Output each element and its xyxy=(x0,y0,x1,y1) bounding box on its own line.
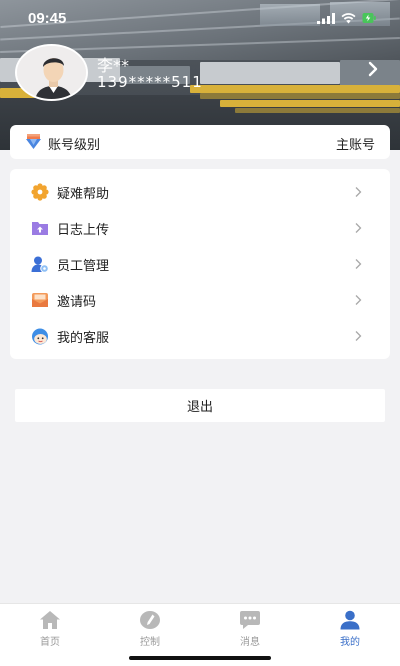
account-level-card: 账号级别 主账号 xyxy=(10,125,390,159)
staff-management-icon xyxy=(31,256,49,273)
menu-item-help[interactable]: 疑难帮助 xyxy=(10,174,390,210)
menu-item-staff-management[interactable]: 员工管理 xyxy=(10,246,390,282)
menu-label-staff-management: 员工管理 xyxy=(57,258,110,274)
tab-control[interactable]: 控制 xyxy=(120,610,180,650)
menu-label-invite-code: 邀请码 xyxy=(57,294,97,310)
chevron-right-icon xyxy=(355,331,362,341)
chevron-right-icon xyxy=(355,223,362,233)
profile-icon xyxy=(340,610,360,630)
profile-chevron-right-icon[interactable] xyxy=(366,61,380,77)
home-indicator xyxy=(129,656,271,660)
tab-label-home: 首页 xyxy=(40,637,60,648)
tab-profile[interactable]: 我的 xyxy=(320,610,380,650)
tab-label-messages: 消息 xyxy=(240,637,260,648)
tab-home[interactable]: 首页 xyxy=(20,610,80,650)
logout-button[interactable]: 退出 xyxy=(15,389,385,422)
avatar[interactable] xyxy=(15,44,88,101)
upload-folder-icon xyxy=(32,222,48,235)
customer-service-icon xyxy=(32,328,48,345)
menu-item-invite-code[interactable]: 邀请码 xyxy=(10,282,390,318)
account-level-icon xyxy=(26,134,41,149)
account-level-value: 主账号 xyxy=(335,138,375,153)
chevron-right-icon xyxy=(355,187,362,197)
status-bar: 09:45 xyxy=(0,6,400,28)
settings-menu: 疑难帮助 日志上传 员工管理 邀请码 我的客服 xyxy=(10,169,390,359)
battery-icon xyxy=(362,13,376,23)
tab-messages[interactable]: 消息 xyxy=(220,610,280,650)
menu-item-customer-service[interactable]: 我的客服 xyxy=(10,318,390,354)
tab-label-control: 控制 xyxy=(140,637,160,648)
account-level-label: 账号级别 xyxy=(48,138,101,153)
control-icon xyxy=(140,611,160,629)
invite-envelope-icon xyxy=(32,293,48,307)
tab-label-profile: 我的 xyxy=(340,637,360,648)
user-phone: 139*****511 xyxy=(97,73,203,91)
chevron-right-icon xyxy=(355,259,362,269)
chevron-right-icon xyxy=(355,295,362,305)
home-icon xyxy=(40,611,60,629)
status-time: 09:45 xyxy=(28,10,67,27)
wifi-icon xyxy=(341,12,356,23)
menu-label-log-upload: 日志上传 xyxy=(57,222,110,238)
default-avatar-icon xyxy=(17,46,86,99)
menu-label-help: 疑难帮助 xyxy=(57,186,110,202)
menu-label-customer-service: 我的客服 xyxy=(57,330,110,346)
help-gear-icon xyxy=(31,183,49,201)
signal-icon xyxy=(317,12,335,24)
menu-item-log-upload[interactable]: 日志上传 xyxy=(10,210,390,246)
message-icon xyxy=(240,611,260,629)
